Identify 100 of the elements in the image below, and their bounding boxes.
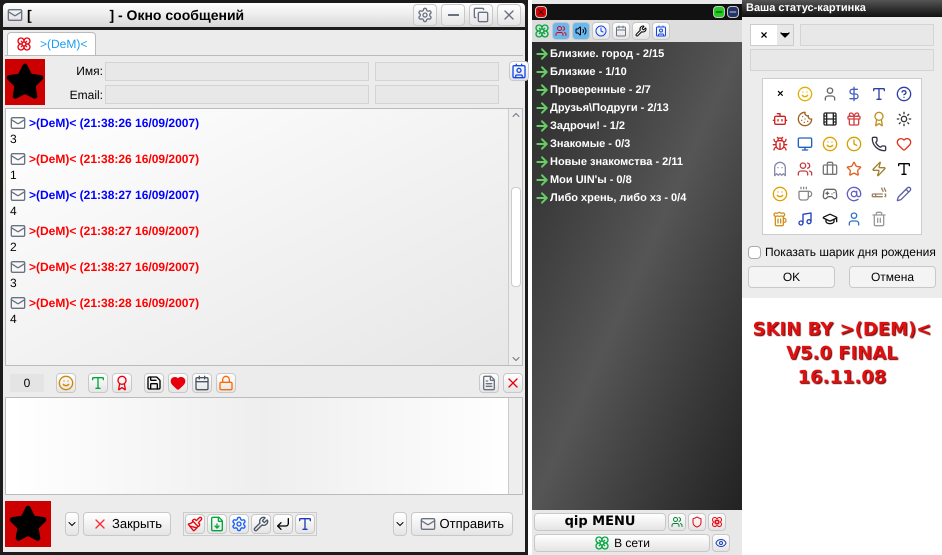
status-button[interactable] <box>708 513 726 531</box>
field-label: Email: <box>68 86 103 104</box>
shield-icon <box>691 516 703 528</box>
skin-caption: 16.11.08 <box>798 366 886 390</box>
bin-icon[interactable] <box>870 211 887 227</box>
grid-cell[interactable]: × <box>768 84 793 104</box>
input-field[interactable] <box>375 62 499 80</box>
restore-button[interactable] <box>469 4 493 26</box>
contact-group[interactable]: Либо хрень, либо хз - 0/4 <box>534 189 742 207</box>
contact-group[interactable]: Проверенные - 2/7 <box>534 81 742 99</box>
enter-button[interactable] <box>273 514 294 534</box>
input-field[interactable] <box>750 49 934 71</box>
dropdown-button[interactable] <box>392 512 407 536</box>
beer-icon[interactable] <box>772 211 788 227</box>
question-icon[interactable] <box>896 86 912 102</box>
monitor-icon[interactable] <box>796 136 813 152</box>
at-sign-icon[interactable] <box>846 186 862 202</box>
heart-icon[interactable] <box>896 136 912 152</box>
clock-icon <box>595 25 607 37</box>
gamepad-icon[interactable] <box>822 186 838 202</box>
symbol-dropdown[interactable]: × <box>750 24 794 46</box>
smiley-button[interactable] <box>56 373 76 393</box>
input-field[interactable] <box>800 24 934 46</box>
ladybug-icon[interactable] <box>772 136 788 152</box>
contact-group[interactable]: Близкие. город - 2/15 <box>534 45 742 63</box>
heart-icon <box>170 375 186 391</box>
birthday-checkbox[interactable]: Показать шарик дня рождения <box>742 243 942 261</box>
security-button[interactable] <box>688 513 706 531</box>
wrench-icon <box>635 25 647 37</box>
contact-card-icon <box>511 63 527 79</box>
music-icon[interactable] <box>796 211 813 227</box>
ok-button[interactable]: OK <box>748 266 835 288</box>
input-field[interactable] <box>105 62 369 80</box>
phone-icon[interactable] <box>870 136 887 152</box>
favorite-button[interactable] <box>168 373 188 393</box>
minimize-button[interactable] <box>727 6 739 18</box>
calendar-icon <box>194 375 210 391</box>
color-button[interactable] <box>112 373 132 393</box>
people-icon <box>671 516 683 528</box>
message-header: >(DeM)< (21:38:26 16/09/2007) <box>29 151 200 168</box>
flower-icon <box>16 36 32 52</box>
contacts-button[interactable] <box>552 22 570 40</box>
contact-group[interactable]: Мои UIN'ы - 0/8 <box>534 171 742 189</box>
calendar-button[interactable] <box>612 22 630 40</box>
cup-icon[interactable] <box>796 186 813 202</box>
enter-icon <box>275 516 292 532</box>
input-field[interactable] <box>375 85 499 104</box>
file-button[interactable] <box>207 514 228 534</box>
field-label: Имя: <box>75 63 103 80</box>
tools-button[interactable] <box>251 514 272 534</box>
graduation-cap-icon[interactable] <box>822 211 838 227</box>
status-button[interactable]: В сети <box>534 534 710 552</box>
new-page-button[interactable] <box>479 373 499 393</box>
private-status-button[interactable] <box>712 534 730 552</box>
contact-group[interactable]: Друзья\Подруги - 2/13 <box>534 99 742 117</box>
send-button[interactable]: Отправить <box>410 512 513 536</box>
cancel-button[interactable]: Отмена <box>849 266 936 288</box>
note-button[interactable] <box>185 514 206 534</box>
ghost-icon[interactable] <box>772 161 788 177</box>
brush-icon <box>187 516 204 532</box>
qip-menu-button[interactable]: qip MENU <box>534 513 666 531</box>
info-button[interactable] <box>652 22 670 40</box>
window-title: [ ] - Окно сообщений <box>27 6 246 25</box>
dropdown-button[interactable] <box>65 512 79 536</box>
people-icon[interactable] <box>796 161 813 177</box>
letter-icon[interactable] <box>896 161 912 177</box>
history-button[interactable] <box>592 22 610 40</box>
save-button[interactable] <box>144 373 164 393</box>
character-counter: 0 <box>10 374 44 392</box>
clear-button[interactable] <box>503 373 523 393</box>
contact-group[interactable]: Задрочи! - 1/2 <box>534 117 742 135</box>
close-button[interactable] <box>535 6 547 18</box>
message-input[interactable] <box>5 397 523 495</box>
contacts-button[interactable] <box>668 513 686 531</box>
avatar-star-drawing <box>5 500 51 546</box>
font-button[interactable] <box>88 373 108 393</box>
message-header: >(DeM)< (21:38:28 16/09/2007) <box>29 295 200 312</box>
eye-icon <box>715 537 727 549</box>
scroll-thumb[interactable] <box>510 187 520 287</box>
tools-button[interactable] <box>632 22 650 40</box>
online-button[interactable] <box>713 6 725 18</box>
close-icon <box>536 6 546 18</box>
settings-button[interactable] <box>229 514 250 534</box>
translit-button[interactable] <box>295 514 316 534</box>
sound-button[interactable] <box>572 22 590 40</box>
message-text: 3 <box>10 132 18 146</box>
close-chat-button[interactable]: Закрыть <box>83 512 172 536</box>
contact-group[interactable]: Знакомые - 0/3 <box>534 135 742 153</box>
contact-group[interactable]: Близкие - 1/10 <box>534 63 742 81</box>
contact-group[interactable]: Новые знакомства - 2/11 <box>534 153 742 171</box>
dialog-title: Ваша статус-картинка <box>746 1 866 16</box>
contact-info-button[interactable] <box>509 61 529 81</box>
flower-icon <box>711 516 723 528</box>
input-field[interactable] <box>105 85 369 104</box>
skin-caption: SKIN BY >(DEM)< <box>752 318 932 342</box>
person-icon[interactable] <box>822 86 838 102</box>
record-button[interactable] <box>413 4 437 26</box>
avatar-star-drawing <box>5 59 45 105</box>
letters-icon[interactable] <box>870 86 887 102</box>
calendar-button[interactable] <box>192 373 212 393</box>
